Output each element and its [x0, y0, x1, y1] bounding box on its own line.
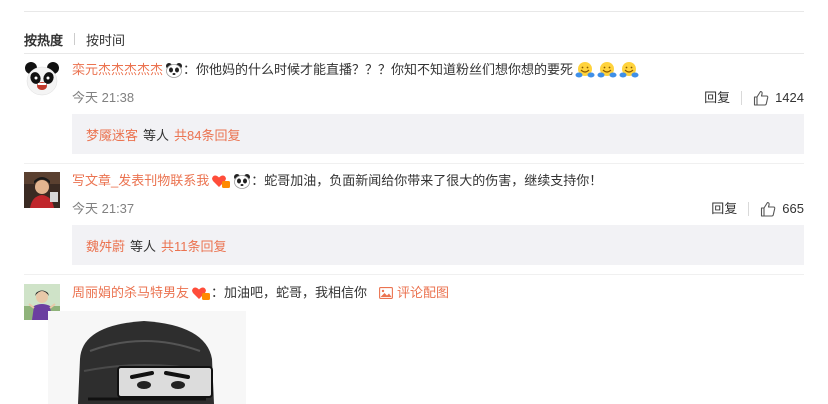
sort-separator: [74, 33, 76, 45]
comment-text: 加油吧，蛇哥，我相信你: [224, 285, 368, 300]
action-separator: [741, 91, 743, 105]
sub-replies-box: 魏舛蔚 等人 共11条回复: [72, 225, 804, 265]
sort-by-time-tab[interactable]: 按时间: [86, 30, 125, 49]
reply-button[interactable]: 回复: [711, 200, 737, 218]
avatar[interactable]: [24, 172, 60, 208]
like-button[interactable]: 1424: [753, 89, 804, 107]
comment-item: 栾元杰杰杰杰杰 ： 你他妈的什么时候才能直播？？？你知不知道粉丝们想你想的要死 …: [24, 61, 804, 155]
comment-colon: ：: [183, 62, 197, 77]
comment-colon: ：: [211, 285, 225, 300]
like-count: 1424: [775, 90, 804, 105]
comment-username[interactable]: 栾元杰杰杰杰杰: [72, 61, 163, 79]
avatar[interactable]: [24, 61, 60, 97]
hug-emoji-icon: [597, 61, 617, 79]
comment-picture-label: 评论配图: [397, 285, 450, 300]
comment-colon: ：: [251, 173, 265, 188]
top-divider: [24, 11, 804, 12]
sub-reply-count-link[interactable]: 共84条回复: [174, 125, 240, 144]
comment-time: 今天 21:37: [72, 201, 135, 216]
comment-image[interactable]: [48, 311, 246, 404]
sort-by-hot-tab[interactable]: 按热度: [24, 30, 63, 49]
comment-text: 蛇哥加油，负面新闻给你带来了很大的伤害，继续支持你！: [264, 173, 603, 188]
reply-button[interactable]: 回复: [704, 89, 730, 107]
action-separator: [748, 202, 750, 216]
sub-reply-others: 等人: [143, 127, 170, 143]
comment-divider: [24, 274, 804, 275]
thumbs-up-icon: [761, 201, 776, 217]
sub-reply-count-link[interactable]: 共11条回复: [161, 236, 227, 255]
panda-emoji-icon: [165, 62, 183, 78]
like-count: 665: [782, 201, 804, 216]
comment-text: 你他妈的什么时候才能直播？？？你知不知道粉丝们想你想的要死: [196, 62, 574, 77]
comment-time: 今天 21:38: [72, 90, 135, 105]
comment-item: 写文章_发表刊物联系我 ： 蛇哥加油，负面新闻给你带来了很大的伤害，继续支持你！…: [24, 172, 804, 266]
panda-emoji-icon: [233, 173, 251, 189]
sub-reply-username[interactable]: 梦魇迷客: [86, 125, 138, 144]
sort-bar: 按热度 按时间: [24, 30, 125, 49]
comment-username[interactable]: 周丽娟的杀马特男友: [72, 284, 189, 302]
vip-heart-badge-icon: [211, 173, 231, 189]
hug-emoji-icon: [575, 61, 595, 79]
sub-reply-username[interactable]: 魏舛蔚: [86, 236, 125, 255]
comment-picture-link[interactable]: 评论配图: [379, 284, 449, 302]
picture-icon: [379, 287, 393, 299]
like-button[interactable]: 665: [760, 200, 804, 218]
sub-reply-others: 等人: [130, 238, 157, 254]
vip-heart-badge-icon: [191, 285, 211, 301]
comment-username[interactable]: 写文章_发表刊物联系我: [72, 172, 209, 190]
hug-emoji-icon: [619, 61, 639, 79]
thumbs-up-icon: [754, 90, 769, 106]
sub-replies-box: 梦魇迷客 等人 共84条回复: [72, 114, 804, 154]
sort-divider: [24, 53, 804, 54]
comment-divider: [24, 163, 804, 164]
